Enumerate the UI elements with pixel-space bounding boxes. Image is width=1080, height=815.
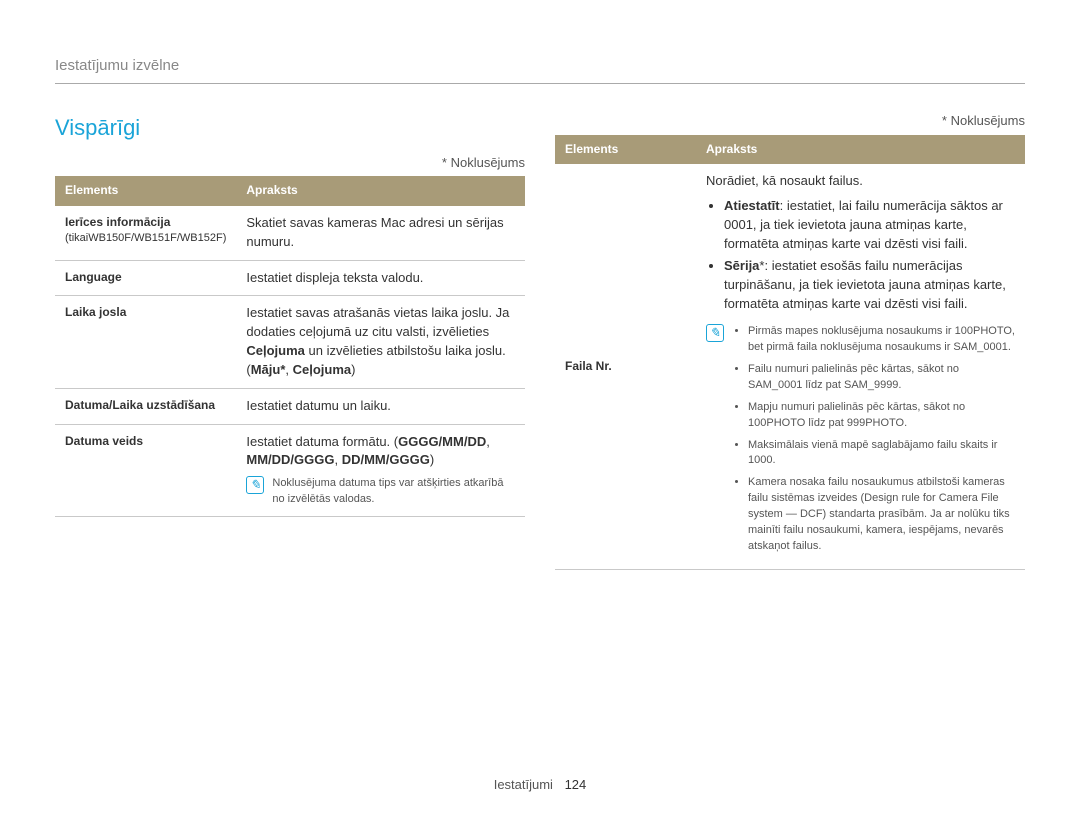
- default-note-right: * Noklusējums: [555, 112, 1025, 131]
- table-row: Ierīces informācija (tikaiWB150F/WB151F/…: [55, 206, 525, 260]
- row-desc: Iestatiet datuma formātu. (GGGG/MM/DD, M…: [236, 424, 525, 517]
- list-item: Maksimālais vienā mapē saglabājamo failu…: [748, 438, 1015, 470]
- table-row: Datuma/Laika uzstādīšana Iestatiet datum…: [55, 388, 525, 424]
- settings-table-right: Elements Apraksts Faila Nr. Norādiet, kā…: [555, 135, 1025, 570]
- row-desc: Norādiet, kā nosaukt failus. Atiestatīt:…: [696, 164, 1025, 570]
- left-column: Vispārīgi * Noklusējums Elements Aprakst…: [55, 112, 525, 570]
- row-key: Datuma veids: [65, 434, 143, 448]
- row-key: Ierīces informācija: [65, 215, 170, 229]
- list-item: Sērija*: iestatiet esošās failu numerāci…: [724, 257, 1015, 314]
- table-row: Faila Nr. Norādiet, kā nosaukt failus. A…: [555, 164, 1025, 570]
- breadcrumb: Iestatījumu izvēlne: [55, 55, 1025, 84]
- col-header-elements: Elements: [555, 135, 696, 164]
- settings-table-left: Elements Apraksts Ierīces informācija (t…: [55, 176, 525, 517]
- note-icon: ✎: [246, 476, 264, 494]
- row-desc: Iestatiet datumu un laiku.: [236, 388, 525, 424]
- table-row: Language Iestatiet displeja teksta valod…: [55, 260, 525, 296]
- list-item: Atiestatīt: iestatiet, lai failu numerāc…: [724, 197, 1015, 254]
- row-key: Datuma/Laika uzstādīšana: [65, 398, 215, 412]
- note-icon: ✎: [706, 324, 724, 342]
- list-item: Mapju numuri palielinās pēc kārtas, sāko…: [748, 400, 1015, 432]
- list-item: Pirmās mapes noklusējuma nosaukums ir 10…: [748, 324, 1015, 356]
- table-row: Datuma veids Iestatiet datuma formātu. (…: [55, 424, 525, 517]
- table-row: Laika josla Iestatiet savas atrašanās vi…: [55, 296, 525, 388]
- col-header-elements: Elements: [55, 176, 236, 205]
- col-header-desc: Apraksts: [696, 135, 1025, 164]
- row-desc: Iestatiet displeja teksta valodu.: [236, 260, 525, 296]
- row-key: Laika josla: [65, 305, 126, 319]
- page-footer: Iestatījumi 124: [0, 776, 1080, 795]
- row-desc: Iestatiet savas atrašanās vietas laika j…: [236, 296, 525, 388]
- file-nr-intro: Norādiet, kā nosaukt failus.: [706, 172, 1015, 191]
- list-item: Failu numuri palielinās pēc kārtas, sāko…: [748, 362, 1015, 394]
- footer-label: Iestatījumi: [494, 777, 553, 792]
- note-text: Noklusējuma datuma tips var atšķirties a…: [272, 476, 515, 508]
- col-header-desc: Apraksts: [236, 176, 525, 205]
- page-number: 124: [565, 776, 587, 795]
- row-key-sub: (tikaiWB150F/WB151F/WB152F): [65, 231, 226, 247]
- default-note-left: * Noklusējums: [55, 154, 525, 173]
- row-key: Language: [65, 270, 122, 284]
- row-desc: Skatiet savas kameras Mac adresi un sēri…: [236, 206, 525, 260]
- right-column: * Noklusējums Elements Apraksts Faila Nr…: [555, 112, 1025, 570]
- list-item: Kamera nosaka failu nosaukumus atbilstoš…: [748, 475, 1015, 555]
- row-key: Faila Nr.: [565, 359, 612, 373]
- section-title: Vispārīgi: [55, 112, 525, 144]
